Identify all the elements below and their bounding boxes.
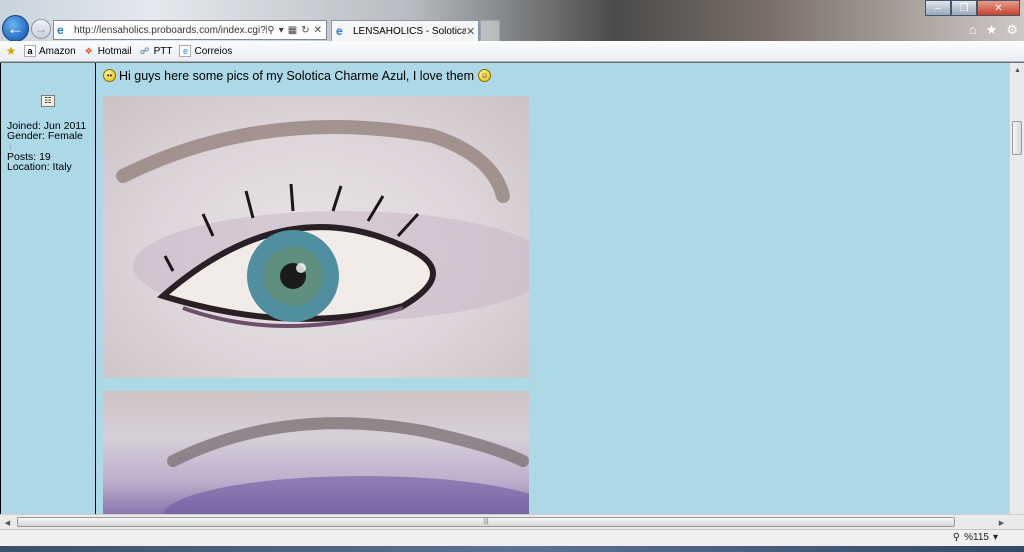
favorites-bar: ★ a Amazon ❖ Hotmail ☍ PTT e Correios: [0, 41, 1024, 62]
forward-arrow-icon: →: [35, 22, 47, 36]
windows-icon: ❖: [84, 45, 93, 56]
eye-photo-graphic: [116, 120, 529, 328]
scroll-left-arrow-icon[interactable]: ◀: [0, 515, 15, 530]
zoom-icon: ⚲: [952, 532, 961, 543]
horizontal-scroll-thumb[interactable]: |||: [17, 517, 955, 527]
favorite-item-amazon[interactable]: a Amazon: [24, 45, 76, 57]
close-window-button[interactable]: ✕: [977, 0, 1020, 16]
window-controls: – ❐ ✕: [925, 0, 1020, 16]
user-profile-column: ☷ Joined: Jun 2011 Gender: Female ♀ Post…: [0, 63, 96, 514]
scroll-up-arrow-icon[interactable]: ▲: [1010, 63, 1024, 78]
back-button[interactable]: ←: [2, 15, 29, 42]
stop-icon[interactable]: ✕: [314, 25, 322, 36]
favorite-item-ptt[interactable]: ☍ PTT: [139, 45, 173, 57]
mini-profile-icon[interactable]: ☷: [41, 95, 55, 107]
zoom-control[interactable]: ⚲ %115 ▾: [953, 532, 998, 543]
zoom-dropdown-icon[interactable]: ▾: [993, 532, 998, 543]
post-image-eye-1[interactable]: [103, 96, 529, 378]
profile-info: Joined: Jun 2011 Gender: Female ♀ Posts:…: [7, 121, 86, 173]
search-icon[interactable]: ⚲: [267, 25, 274, 36]
horizontal-scrollbar[interactable]: ◀ ||| ▶: [0, 514, 1024, 529]
post-body: •• Hi guys here some pics of my Solotica…: [103, 67, 1003, 84]
post-text: Hi guys here some pics of my Solotica Ch…: [119, 68, 475, 83]
gear-icon[interactable]: ⚙: [1006, 22, 1018, 38]
taskbar: [0, 546, 1024, 552]
status-bar: ⚲ %115 ▾: [0, 529, 1024, 546]
amazon-icon: a: [24, 45, 36, 57]
tab-close-icon[interactable]: ✕: [466, 25, 478, 38]
favorite-item-correios[interactable]: e Correios: [179, 45, 232, 57]
page-viewport: ☷ Joined: Jun 2011 Gender: Female ♀ Post…: [0, 63, 1009, 514]
compatibility-view-icon[interactable]: ▦: [288, 25, 297, 36]
ie-icon: e: [57, 22, 64, 37]
scroll-right-arrow-icon[interactable]: ▶: [994, 515, 1009, 530]
home-icon[interactable]: ⌂: [969, 22, 977, 38]
forward-button[interactable]: →: [31, 19, 51, 39]
gender: Gender: Female: [7, 130, 83, 143]
ie-page-icon: e: [179, 45, 192, 57]
vertical-scroll-thumb[interactable]: [1012, 121, 1022, 155]
tab-title: LENSAHOLICS - Solotica hi...: [353, 25, 466, 37]
dropdown-arrow-icon[interactable]: ▾: [279, 25, 284, 36]
favorite-label: Correios: [194, 45, 233, 57]
favorite-label: Amazon: [39, 45, 76, 57]
minimize-button[interactable]: –: [925, 0, 951, 16]
zoom-level: %115: [964, 532, 989, 543]
tab-ie-icon: e: [336, 23, 343, 38]
address-url[interactable]: http://lensaholics.proboards.com/index.c…: [74, 25, 267, 36]
ptt-icon: ☍: [140, 45, 150, 56]
favorites-star-icon[interactable]: ★: [986, 22, 998, 38]
favorite-label: Hotmail: [97, 45, 132, 57]
favorite-item-hotmail[interactable]: ❖ Hotmail: [83, 45, 132, 57]
restore-button[interactable]: ❐: [951, 0, 977, 16]
back-arrow-icon: ←: [7, 18, 24, 38]
location: Location: Italy: [7, 160, 72, 173]
favorite-label: PTT: [153, 45, 173, 57]
post-image-eye-2[interactable]: [103, 391, 529, 514]
vertical-scrollbar[interactable]: ▲: [1009, 63, 1024, 514]
new-tab-button[interactable]: [480, 20, 500, 41]
grin-smiley-icon: ☺: [478, 69, 492, 82]
eye-photo-graphic-2: [163, 417, 529, 514]
tab-lensaholics[interactable]: e LENSAHOLICS - Solotica hi... ✕: [331, 20, 479, 41]
browser-toolbar-icons: ⌂ ★ ⚙: [969, 22, 1018, 38]
add-favorite-star-icon[interactable]: ★: [2, 44, 20, 58]
smiley-icon: ••: [103, 69, 116, 82]
refresh-icon[interactable]: ↻: [301, 25, 309, 36]
address-bar[interactable]: e http://lensaholics.proboards.com/index…: [53, 20, 327, 40]
